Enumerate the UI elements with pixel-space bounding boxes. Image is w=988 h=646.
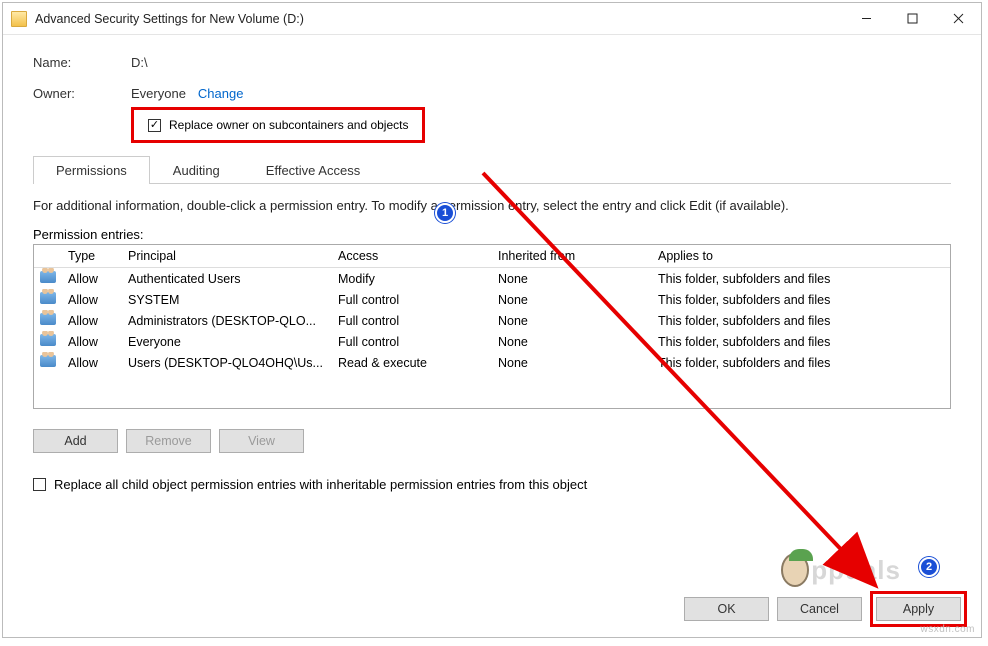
cell-inherited: None <box>492 289 652 310</box>
annotation-badge-2: 2 <box>919 557 939 577</box>
replace-owner-highlight: Replace owner on subcontainers and objec… <box>131 107 425 143</box>
col-access[interactable]: Access <box>332 245 492 268</box>
apply-button[interactable]: Apply <box>876 597 961 621</box>
table-row[interactable]: AllowAuthenticated UsersModifyNoneThis f… <box>34 268 950 290</box>
dialog-buttons: OK Cancel Apply <box>684 591 967 627</box>
tab-permissions[interactable]: Permissions <box>33 156 150 184</box>
cell-access: Full control <box>332 289 492 310</box>
cell-principal: SYSTEM <box>122 289 332 310</box>
tab-auditing[interactable]: Auditing <box>150 156 243 184</box>
maximize-button[interactable] <box>889 4 935 34</box>
col-principal[interactable]: Principal <box>122 245 332 268</box>
dialog-content: Name: D:\ Owner: Everyone Change Replace… <box>3 35 981 492</box>
apply-highlight: Apply <box>870 591 967 627</box>
cell-principal: Everyone <box>122 331 332 352</box>
owner-label: Owner: <box>33 86 131 101</box>
titlebar: Advanced Security Settings for New Volum… <box>3 3 981 35</box>
cell-applies: This folder, subfolders and files <box>652 289 950 310</box>
cell-applies: This folder, subfolders and files <box>652 268 950 290</box>
security-settings-window: Advanced Security Settings for New Volum… <box>2 2 982 638</box>
watermark-site: wsxdn.com <box>920 624 975 635</box>
cell-inherited: None <box>492 352 652 373</box>
window-title: Advanced Security Settings for New Volum… <box>35 12 843 26</box>
replace-owner-checkbox[interactable] <box>148 119 161 132</box>
cell-applies: This folder, subfolders and files <box>652 331 950 352</box>
cell-inherited: None <box>492 268 652 290</box>
name-label: Name: <box>33 55 131 70</box>
remove-button[interactable]: Remove <box>126 429 211 453</box>
owner-row: Owner: Everyone Change <box>33 86 951 101</box>
cell-access: Full control <box>332 331 492 352</box>
users-icon <box>40 334 56 346</box>
col-inherited[interactable]: Inherited from <box>492 245 652 268</box>
cell-access: Modify <box>332 268 492 290</box>
cell-type: Allow <box>62 268 122 290</box>
cell-principal: Authenticated Users <box>122 268 332 290</box>
entry-buttons: Add Remove View <box>33 429 951 453</box>
col-type[interactable]: Type <box>62 245 122 268</box>
table-row[interactable]: AllowUsers (DESKTOP-QLO4OHQ\Us...Read & … <box>34 352 950 373</box>
name-row: Name: D:\ <box>33 55 951 70</box>
table-row[interactable]: AllowEveryoneFull controlNoneThis folder… <box>34 331 950 352</box>
col-applies[interactable]: Applies to <box>652 245 950 268</box>
minimize-button[interactable] <box>843 4 889 34</box>
add-button[interactable]: Add <box>33 429 118 453</box>
tab-effective-access[interactable]: Effective Access <box>243 156 383 184</box>
cell-inherited: None <box>492 310 652 331</box>
table-row[interactable]: AllowAdministrators (DESKTOP-QLO...Full … <box>34 310 950 331</box>
tab-strip: Permissions Auditing Effective Access <box>33 155 951 184</box>
cancel-button[interactable]: Cancel <box>777 597 862 621</box>
replace-child-label: Replace all child object permission entr… <box>54 477 587 492</box>
annotation-badge-1: 1 <box>435 203 455 223</box>
owner-value: Everyone <box>131 86 186 101</box>
cell-type: Allow <box>62 310 122 331</box>
cell-applies: This folder, subfolders and files <box>652 352 950 373</box>
users-icon <box>40 355 56 367</box>
folder-icon <box>11 11 27 27</box>
watermark-logo: ppuals <box>781 553 901 587</box>
instructions-text: For additional information, double-click… <box>33 198 951 213</box>
cell-principal: Users (DESKTOP-QLO4OHQ\Us... <box>122 352 332 373</box>
watermark-text: ppuals <box>811 555 901 586</box>
cell-inherited: None <box>492 331 652 352</box>
view-button[interactable]: View <box>219 429 304 453</box>
watermark-mascot-icon <box>781 553 809 587</box>
table-row[interactable]: AllowSYSTEMFull controlNoneThis folder, … <box>34 289 950 310</box>
cell-type: Allow <box>62 289 122 310</box>
cell-type: Allow <box>62 352 122 373</box>
replace-child-row: Replace all child object permission entr… <box>33 477 951 492</box>
permission-entries-label: Permission entries: <box>33 227 951 242</box>
users-icon <box>40 271 56 283</box>
name-value: D:\ <box>131 55 148 70</box>
cell-applies: This folder, subfolders and files <box>652 310 950 331</box>
permission-entries-list[interactable]: Type Principal Access Inherited from App… <box>33 244 951 409</box>
change-owner-link[interactable]: Change <box>198 86 244 101</box>
cell-principal: Administrators (DESKTOP-QLO... <box>122 310 332 331</box>
window-controls <box>843 4 981 34</box>
cell-type: Allow <box>62 331 122 352</box>
users-icon <box>40 313 56 325</box>
users-icon <box>40 292 56 304</box>
close-button[interactable] <box>935 4 981 34</box>
cell-access: Full control <box>332 310 492 331</box>
replace-child-checkbox[interactable] <box>33 478 46 491</box>
replace-owner-label: Replace owner on subcontainers and objec… <box>169 118 408 132</box>
cell-access: Read & execute <box>332 352 492 373</box>
ok-button[interactable]: OK <box>684 597 769 621</box>
